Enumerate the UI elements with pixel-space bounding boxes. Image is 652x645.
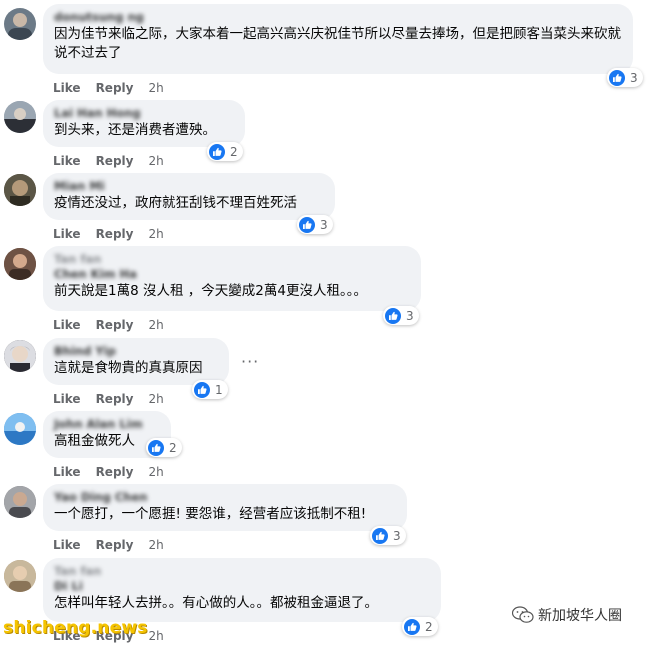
reaction-count-value: 2 <box>169 440 177 455</box>
avatar[interactable] <box>4 340 36 372</box>
thumbs-up-icon <box>194 381 210 398</box>
comment-author-secondary[interactable]: Chen Kim Ha <box>54 267 409 282</box>
wechat-account-name: 新加坡华人圈 <box>538 608 622 624</box>
comment-actions: Like Reply 2h <box>53 318 179 332</box>
like-link[interactable]: Like <box>53 81 81 95</box>
timestamp[interactable]: 2h <box>148 392 163 406</box>
comment-actions: Like Reply 2h <box>53 81 179 95</box>
avatar-image <box>8 13 32 40</box>
comment-text: 疫情还没过，政府就狂刮钱不理百姓死活 <box>54 195 297 211</box>
avatar-image <box>4 174 36 206</box>
timestamp[interactable]: 2h <box>148 629 163 643</box>
avatar-image <box>4 413 36 445</box>
thumbs-up-icon <box>372 527 388 544</box>
avatar-image <box>4 340 36 372</box>
timestamp[interactable]: 2h <box>148 318 163 332</box>
comment-text: 這就是食物貴的真真原因 <box>54 360 203 376</box>
timestamp[interactable]: 2h <box>148 465 163 479</box>
comment-actions: Like Reply 2h <box>53 227 179 241</box>
comment-bubble: Tan fan Chen Kim Ha 前天說是1萬8 沒人租 ，今天變成2萬4… <box>43 246 421 311</box>
avatar[interactable] <box>4 101 36 133</box>
reply-link[interactable]: Reply <box>96 392 134 406</box>
comment-bubble: Bhind Yip 這就是食物貴的真真原因 <box>43 338 229 385</box>
reaction-count[interactable]: 1 <box>192 380 228 399</box>
comment-author[interactable]: Mian Mi <box>54 179 323 194</box>
reply-link[interactable]: Reply <box>96 465 134 479</box>
like-link[interactable]: Like <box>53 465 81 479</box>
reply-link[interactable]: Reply <box>96 538 134 552</box>
comment-bubble: Yao Ding Chen 一个愿打，一个愿捱! 要怨谁，经营者应该抵制不租! <box>43 484 407 531</box>
reaction-count-value: 3 <box>630 70 638 85</box>
reaction-count[interactable]: 3 <box>383 306 419 325</box>
like-link[interactable]: Like <box>53 392 81 406</box>
reaction-count[interactable]: 2 <box>402 617 438 636</box>
like-link[interactable]: Like <box>53 227 81 241</box>
comment-actions: Like Reply 2h <box>53 392 179 406</box>
thumbs-up-icon <box>209 143 225 160</box>
comment-text: 到头来，还是消费者遭殃。 <box>54 122 216 138</box>
reaction-count-value: 1 <box>215 382 223 397</box>
comment-author-secondary[interactable]: Di Li <box>54 579 429 594</box>
comment-author[interactable]: John Alan Lim <box>54 417 159 432</box>
thumbs-up-icon <box>609 69 625 86</box>
avatar[interactable] <box>4 174 36 206</box>
comment-text: 因为佳节来临之际，大家本着一起高兴高兴庆祝佳节所以尽量去捧场，但是把顾客当菜头来… <box>54 26 621 61</box>
comment-author[interactable]: Tan fan <box>54 564 429 579</box>
reply-link[interactable]: Reply <box>96 227 134 241</box>
reaction-count-value: 2 <box>425 619 433 634</box>
comment-author[interactable]: Tan fan <box>54 252 409 267</box>
like-link[interactable]: Like <box>53 318 81 332</box>
reply-link[interactable]: Reply <box>96 81 134 95</box>
comment-bubble: Tan fan Di Li 怎样叫年轻人去拼。。有心做的人。。都被租金逼退了。 <box>43 558 441 622</box>
comment-text: 高租金做死人 <box>54 433 135 449</box>
comment-text: 一个愿打，一个愿捱! 要怨谁，经营者应该抵制不租! <box>54 506 367 522</box>
thumbs-up-icon <box>299 216 315 233</box>
avatar-image <box>4 248 36 280</box>
avatar[interactable] <box>4 8 36 40</box>
comment-author[interactable]: donutsung ng <box>54 10 621 25</box>
avatar[interactable] <box>4 486 36 518</box>
comment-author[interactable]: Lai Han Hong <box>54 106 233 121</box>
avatar-image <box>4 486 36 518</box>
avatar[interactable] <box>4 560 36 592</box>
reaction-count[interactable]: 3 <box>297 215 333 234</box>
comment-actions: Like Reply 2h <box>53 465 179 479</box>
timestamp[interactable]: 2h <box>148 81 163 95</box>
thumbs-up-icon <box>385 307 401 324</box>
reaction-count-value: 2 <box>230 144 238 159</box>
reaction-count[interactable]: 3 <box>370 526 406 545</box>
wechat-account-badge: 新加坡华人圈 <box>512 605 622 625</box>
reaction-count-value: 3 <box>393 528 401 543</box>
comment-text: 前天說是1萬8 沒人租 ，今天變成2萬4更沒人租。。。 <box>54 283 367 299</box>
wechat-icon <box>512 606 534 623</box>
comment-text: 怎样叫年轻人去拼。。有心做的人。。都被租金逼退了。 <box>54 595 378 611</box>
comment-author[interactable]: Bhind Yip <box>54 344 217 359</box>
reply-link[interactable]: Reply <box>96 318 134 332</box>
watermark-text: shicheng.news <box>3 618 148 638</box>
avatar[interactable] <box>4 248 36 280</box>
avatar-image <box>4 560 36 592</box>
thumbs-up-icon <box>404 618 420 635</box>
avatar-image <box>4 101 36 133</box>
reaction-count[interactable]: 2 <box>207 142 243 161</box>
reaction-count[interactable]: 3 <box>607 68 643 87</box>
avatar[interactable] <box>4 413 36 445</box>
reaction-count-value: 3 <box>406 308 414 323</box>
timestamp[interactable]: 2h <box>148 538 163 552</box>
comment-author[interactable]: Yao Ding Chen <box>54 490 395 505</box>
like-link[interactable]: Like <box>53 538 81 552</box>
comment-bubble: donutsung ng 因为佳节来临之际，大家本着一起高兴高兴庆祝佳节所以尽量… <box>43 4 633 74</box>
timestamp[interactable]: 2h <box>148 154 163 168</box>
thumbs-up-icon <box>148 439 164 456</box>
like-link[interactable]: Like <box>53 154 81 168</box>
comment-bubble: Mian Mi 疫情还没过，政府就狂刮钱不理百姓死活 <box>43 173 335 220</box>
reaction-count-value: 3 <box>320 217 328 232</box>
comment-actions: Like Reply 2h <box>53 538 179 552</box>
more-options-icon[interactable]: ··· <box>241 352 259 371</box>
comment-actions: Like Reply 2h <box>53 154 179 168</box>
comment-bubble: Lai Han Hong 到头来，还是消费者遭殃。 <box>43 100 245 147</box>
reply-link[interactable]: Reply <box>96 154 134 168</box>
reaction-count[interactable]: 2 <box>146 438 182 457</box>
timestamp[interactable]: 2h <box>148 227 163 241</box>
